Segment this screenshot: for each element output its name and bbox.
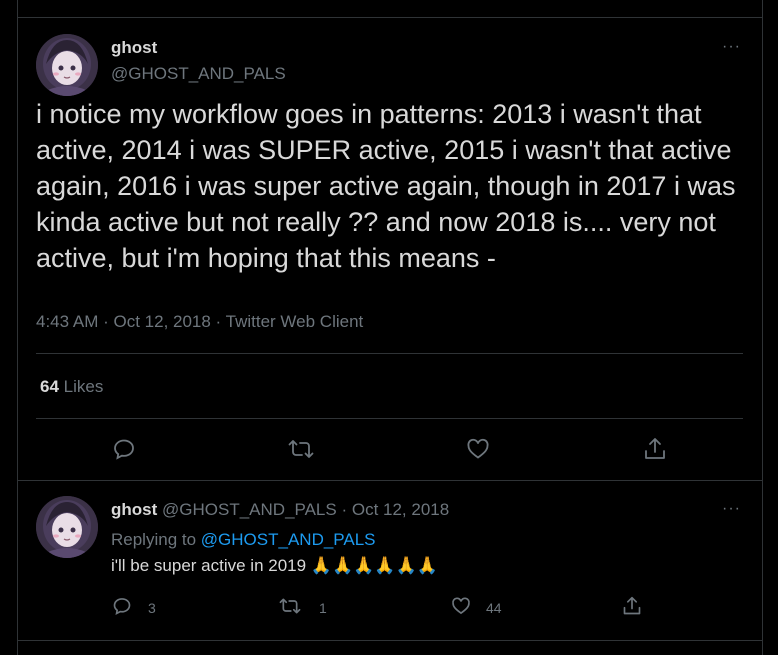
meta-separator: · bbox=[210, 312, 226, 331]
replying-label: Replying to bbox=[111, 530, 197, 549]
reply-icon[interactable] bbox=[112, 437, 136, 461]
retweet-icon[interactable] bbox=[287, 437, 315, 461]
tweet-source[interactable]: Twitter Web Client bbox=[226, 312, 364, 331]
reply-text: i'll be super active in 2019 🙏🙏🙏🙏🙏🙏 bbox=[111, 556, 438, 576]
frame-border-top bbox=[17, 17, 763, 18]
likes-count: 64 bbox=[40, 377, 59, 396]
divider bbox=[36, 418, 743, 419]
tweet-date[interactable]: Oct 12, 2018 bbox=[113, 312, 210, 331]
reply-icon[interactable] bbox=[112, 596, 132, 616]
likes-stat[interactable]: 64 Likes bbox=[40, 377, 103, 397]
like-count: 44 bbox=[486, 600, 502, 616]
author-name[interactable]: ghost bbox=[111, 38, 157, 58]
avatar[interactable] bbox=[36, 34, 98, 96]
heart-icon[interactable] bbox=[451, 596, 471, 616]
reply-author-handle[interactable]: @GHOST_AND_PALS bbox=[162, 500, 337, 519]
frame-border-right bbox=[762, 0, 763, 655]
divider bbox=[18, 640, 762, 641]
share-icon[interactable] bbox=[622, 595, 642, 617]
likes-label: Likes bbox=[63, 377, 104, 396]
tweet-text: i notice my workflow goes in patterns: 2… bbox=[36, 99, 736, 273]
reply-header: ghost @GHOST_AND_PALS · Oct 12, 2018 bbox=[111, 500, 449, 520]
avatar[interactable] bbox=[36, 496, 98, 558]
share-icon[interactable] bbox=[643, 436, 667, 462]
heart-icon[interactable] bbox=[466, 437, 490, 461]
reply-author-name[interactable]: ghost bbox=[111, 500, 157, 519]
tweet-time[interactable]: 4:43 AM bbox=[36, 312, 98, 331]
reply-separator: · bbox=[336, 500, 352, 519]
divider bbox=[18, 480, 762, 481]
retweet-icon[interactable] bbox=[278, 596, 302, 616]
replying-mention[interactable]: @GHOST_AND_PALS bbox=[201, 530, 376, 549]
more-icon[interactable]: ··· bbox=[722, 38, 741, 56]
author-handle[interactable]: @GHOST_AND_PALS bbox=[111, 64, 286, 84]
tweet-meta: 4:43 AM · Oct 12, 2018 · Twitter Web Cli… bbox=[36, 312, 363, 332]
retweet-count: 1 bbox=[319, 600, 327, 616]
reply-body: i'll be super active in 2019 bbox=[111, 556, 307, 575]
pray-emoji: 🙏🙏🙏🙏🙏🙏 bbox=[310, 556, 438, 575]
reply-count: 3 bbox=[148, 600, 156, 616]
replying-to: Replying to @GHOST_AND_PALS bbox=[111, 530, 376, 550]
more-icon[interactable]: ··· bbox=[722, 500, 741, 518]
divider bbox=[36, 353, 743, 354]
reply-date[interactable]: Oct 12, 2018 bbox=[352, 500, 449, 519]
meta-separator: · bbox=[98, 312, 114, 331]
frame-border-left bbox=[17, 0, 18, 655]
